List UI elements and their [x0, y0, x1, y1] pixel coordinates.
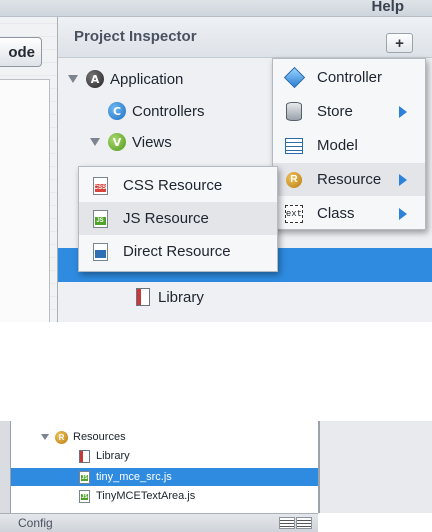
controller-diamond-icon [283, 66, 305, 89]
config-bar: Config [0, 513, 318, 532]
tree-label-library: Library [158, 288, 204, 306]
tree-label-resources: Resources [73, 431, 126, 443]
menu-item-store[interactable]: Store [273, 95, 425, 128]
tree-label-file: tiny_mce_src.js [96, 471, 172, 483]
tree-label-controllers: Controllers [132, 102, 205, 120]
inspector-header: Project Inspector + [58, 17, 432, 58]
view-toggle-buttons[interactable] [278, 517, 312, 529]
menu-item-label: Store [317, 103, 353, 120]
bottom-tree: R Resources Library JS tiny_mce_src.js J… [11, 421, 318, 513]
menu-item-label: JS Resource [123, 210, 209, 227]
js-file-icon: JS [91, 209, 109, 228]
menu-item-controller[interactable]: Controller [273, 61, 425, 94]
bottom-screenshot-panel: R Resources Library JS tiny_mce_src.js J… [0, 421, 432, 532]
menu-item-label: CSS Resource [123, 177, 223, 194]
menu-item-label: Direct Resource [123, 243, 231, 260]
menu-item-model[interactable]: Model [273, 129, 425, 162]
tree-label-views: Views [132, 133, 172, 151]
bottom-right-blank [318, 513, 432, 531]
js-file-icon: JS [79, 470, 90, 484]
menu-bar: Help [0, 0, 432, 17]
tree-label-file: TinyMCETextArea.js [96, 490, 196, 502]
tree-node-file-tiny-mce-src[interactable]: JS tiny_mce_src.js [79, 468, 172, 486]
help-menu[interactable]: Help [371, 0, 404, 15]
tree-label-application: Application [110, 70, 184, 88]
tree-node-resources[interactable]: R Resources [41, 428, 126, 446]
tree-node-views[interactable]: V Views [90, 128, 172, 156]
bottom-right-panel [318, 421, 432, 513]
list-view-icon[interactable] [279, 517, 295, 529]
tree-node-library[interactable]: Library [79, 447, 130, 465]
add-button[interactable]: + [386, 33, 413, 53]
menu-item-label: Resource [317, 171, 382, 188]
tree-node-application[interactable]: A Application [68, 65, 183, 93]
add-menu: Controller Store Model R Resource ext Cl… [272, 58, 426, 230]
top-screenshot-panel: Help ode Project Inspector + A Applicati… [0, 0, 432, 322]
tree-node-controllers[interactable]: C Controllers [108, 97, 205, 125]
store-database-icon [285, 102, 303, 121]
expand-triangle-icon[interactable] [68, 75, 78, 83]
menu-item-label: Class [317, 205, 355, 222]
views-icon: V [108, 133, 126, 151]
expand-triangle-icon[interactable] [41, 434, 49, 440]
menu-item-resource[interactable]: R Resource [273, 163, 425, 196]
mode-button[interactable]: ode [0, 37, 42, 67]
js-file-icon: JS [79, 489, 90, 503]
css-file-icon: CSS [91, 176, 109, 195]
submenu-arrow-icon [399, 207, 407, 220]
library-icon [136, 288, 150, 306]
submenu-arrow-icon [399, 173, 407, 186]
menu-item-label: Model [317, 137, 358, 154]
library-icon [79, 449, 90, 463]
resources-icon: R [55, 430, 68, 444]
menu-item-css-resource[interactable]: CSS CSS Resource [79, 169, 277, 202]
model-icon [285, 137, 303, 155]
submenu-arrow-icon [399, 105, 407, 118]
resource-icon: R [285, 171, 303, 189]
left-field [0, 79, 50, 322]
resource-submenu: CSS CSS Resource JS JS Resource Direct R… [78, 166, 278, 272]
bottom-left-strip [0, 421, 11, 513]
menu-item-class[interactable]: ext Class [273, 197, 425, 230]
config-label: Config [18, 516, 53, 530]
grid-view-icon[interactable] [296, 517, 312, 529]
expand-triangle-icon[interactable] [90, 138, 100, 146]
tree-node-library[interactable]: Library [136, 283, 204, 311]
ext-class-icon: ext [284, 204, 304, 223]
tree-label-library: Library [96, 450, 130, 462]
tree-node-file-tinymce-textarea[interactable]: JS TinyMCETextArea.js [79, 487, 195, 505]
inspector-title: Project Inspector [74, 28, 197, 45]
direct-file-icon [91, 242, 109, 261]
left-panel: ode [0, 17, 58, 322]
menu-item-label: Controller [317, 69, 383, 86]
application-icon: A [86, 70, 104, 88]
menu-item-js-resource[interactable]: JS JS Resource [79, 202, 277, 235]
controllers-icon: C [108, 102, 126, 120]
menu-item-direct-resource[interactable]: Direct Resource [79, 235, 277, 268]
